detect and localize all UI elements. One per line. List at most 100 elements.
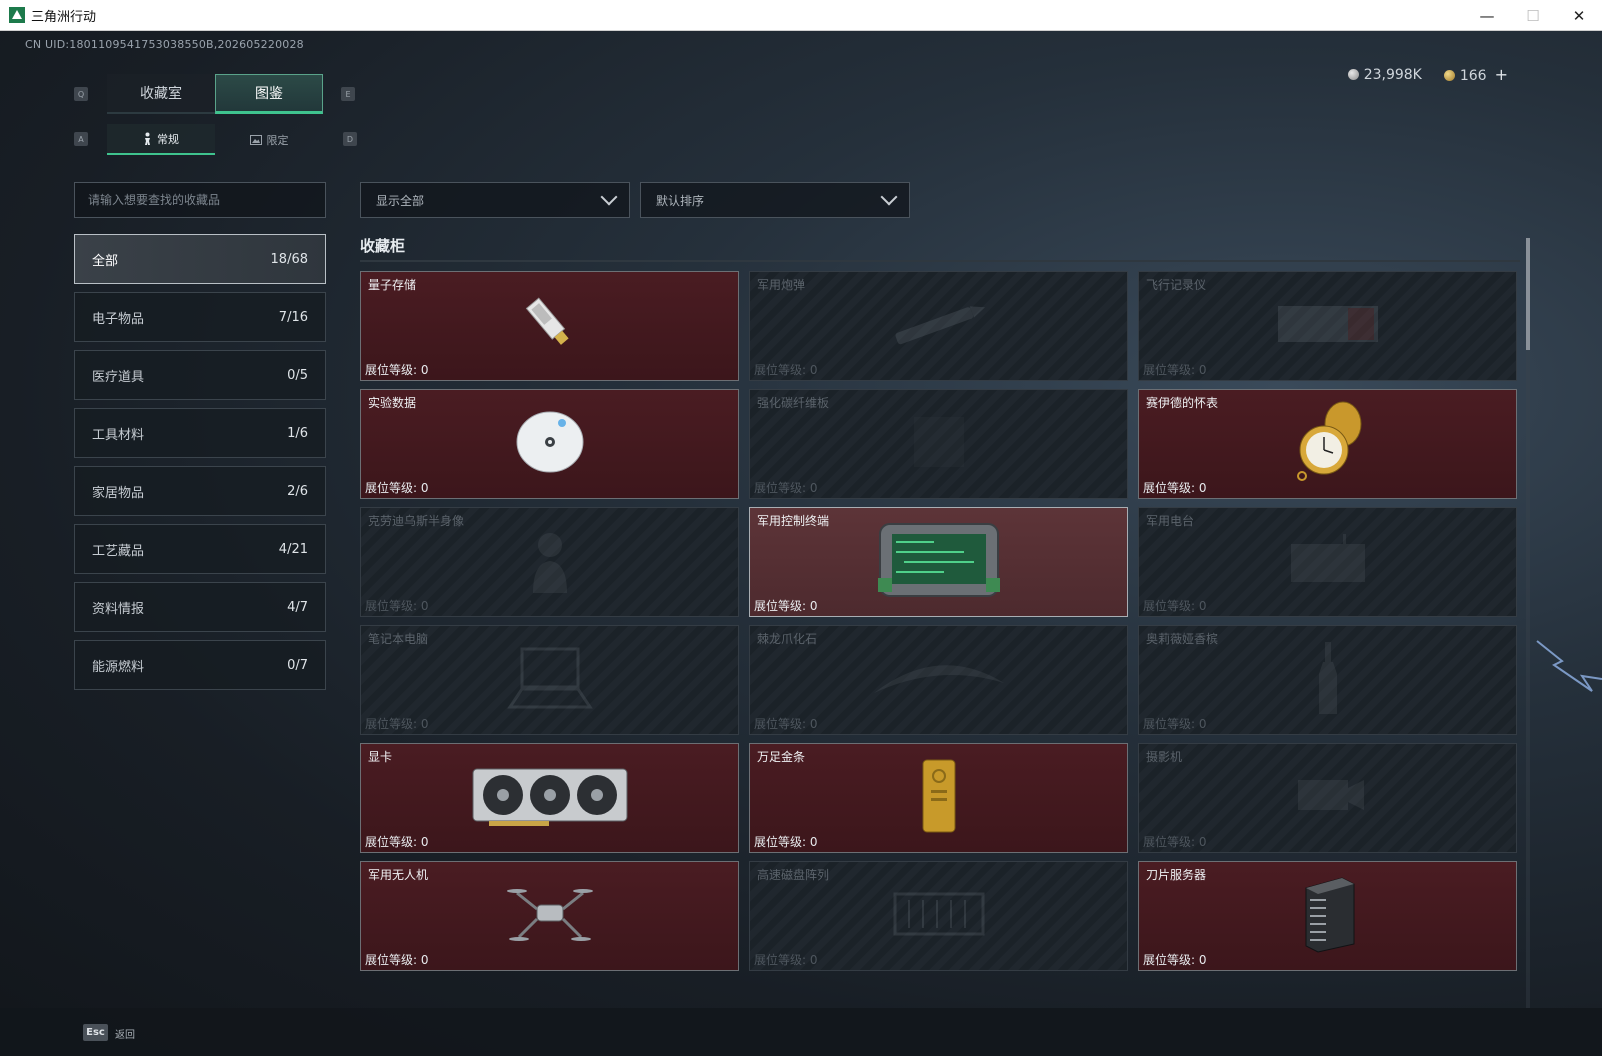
category-label: 家居物品 [92,485,145,501]
scrollbar-thumb[interactable] [1526,238,1530,350]
level-value: 0 [1198,717,1207,731]
category-count: 0/7 [287,657,308,673]
level-value: 0 [420,481,429,495]
item-level: 展位等级: 0 [1143,833,1207,850]
currency-bar: 23,998K 166 + [1347,65,1508,84]
close-button[interactable]: ✕ [1556,0,1602,31]
level-label: 展位等级: [1143,599,1196,613]
category-count: 4/7 [287,599,308,615]
item-level: 展位等级: 0 [1143,715,1207,732]
category-electronics[interactable]: 电子物品 7/16 [74,292,326,342]
sort-value: 默认排序 [656,193,705,208]
chevron-down-icon [600,188,618,206]
sub-tabs: 常规 限定 [107,124,323,155]
maximize-button[interactable]: ☐ [1510,0,1556,31]
item-name: 赛伊德的怀表 [1146,396,1219,410]
item-card[interactable]: 克劳迪乌斯半身像 展位等级: 0 [360,507,739,617]
item-name: 高速磁盘阵列 [757,868,830,882]
back-button[interactable]: 返回 [115,1026,135,1041]
tab-collection-room[interactable]: 收藏室 [107,74,215,114]
item-name: 军用炮弹 [757,278,806,292]
level-label: 展位等级: [754,953,807,967]
bottom-bar: Esc 返回 [0,1008,1602,1056]
scrollbar-track[interactable] [1526,238,1530,1008]
window-title: 三角洲行动 [31,9,97,25]
minimize-button[interactable]: — [1464,0,1510,31]
add-currency-button[interactable]: + [1495,65,1508,84]
bust-statue-icon [525,525,575,599]
level-label: 展位等级: [1143,835,1196,849]
chevron-down-icon [880,188,898,206]
item-card[interactable]: 刀片服务器 展位等级: 0 [1138,861,1517,971]
category-intel[interactable]: 资料情报 4/7 [74,582,326,632]
gold-currency: 166 + [1443,65,1508,84]
item-card[interactable]: 摄影机 展位等级: 0 [1138,743,1517,853]
item-card[interactable]: 军用无人机 展位等级: 0 [360,861,739,971]
category-label: 工艺藏品 [92,543,145,559]
claw-fossil-icon [869,653,1009,707]
level-value: 0 [420,835,429,849]
level-value: 0 [809,717,818,731]
subtab-limited[interactable]: 限定 [215,124,323,155]
level-value: 0 [420,599,429,613]
item-card[interactable]: 显卡 展位等级: 0 [360,743,739,853]
category-crafts[interactable]: 工艺藏品 4/21 [74,524,326,574]
item-card[interactable]: 高速磁盘阵列 展位等级: 0 [749,861,1128,971]
subtab-regular[interactable]: 常规 [107,124,215,155]
item-grid: 量子存储 展位等级: 0 军用炮弹 展位等级: 0 飞行记录仪 展位等级: 0 … [360,271,1517,971]
camera-icon [1288,766,1368,830]
level-label: 展位等级: [365,481,418,495]
carbon-plate-icon [909,412,969,476]
category-count: 0/5 [287,367,308,383]
tab-catalog[interactable]: 图鉴 [215,74,323,114]
category-medical[interactable]: 医疗道具 0/5 [74,350,326,400]
item-level: 展位等级: 0 [1143,597,1207,614]
category-label: 全部 [92,253,119,269]
search-input[interactable] [74,182,326,218]
item-card[interactable]: 奥莉薇娅香槟 展位等级: 0 [1138,625,1517,735]
category-tools[interactable]: 工具材料 1/6 [74,408,326,458]
level-label: 展位等级: [1143,953,1196,967]
item-card[interactable]: 赛伊德的怀表 展位等级: 0 [1138,389,1517,499]
item-card[interactable]: 军用炮弹 展位等级: 0 [749,271,1128,381]
item-name: 飞行记录仪 [1146,278,1207,292]
item-card[interactable]: 万足金条 展位等级: 0 [749,743,1128,853]
sort-select[interactable]: 默认排序 [640,182,910,218]
gold-bar-icon [919,756,959,840]
category-household[interactable]: 家居物品 2/6 [74,466,326,516]
item-level: 展位等级: 0 [365,951,429,968]
category-count: 4/21 [278,541,308,557]
item-level: 展位等级: 0 [365,479,429,496]
window-controls: — ☐ ✕ [1464,0,1602,31]
blade-server-icon [1298,874,1358,958]
item-card[interactable]: 军用控制终端 展位等级: 0 [749,507,1128,617]
item-name: 军用无人机 [368,868,429,882]
silver-currency: 23,998K [1347,67,1422,83]
category-energy[interactable]: 能源燃料 0/7 [74,640,326,690]
item-name: 显卡 [368,750,393,764]
category-all[interactable]: 全部 18/68 [74,234,326,284]
esc-key-hint[interactable]: Esc [83,1024,108,1041]
item-card[interactable]: 实验数据 展位等级: 0 [360,389,739,499]
item-level: 展位等级: 0 [754,597,818,614]
item-card[interactable]: 笔记本电脑 展位等级: 0 [360,625,739,735]
display-filter-value: 显示全部 [376,193,425,208]
level-label: 展位等级: [754,363,807,377]
item-name: 万足金条 [757,750,806,764]
item-name: 军用电台 [1146,514,1195,528]
level-label: 展位等级: [754,835,807,849]
category-label: 资料情报 [92,601,145,617]
level-label: 展位等级: [754,717,807,731]
item-card[interactable]: 军用电台 展位等级: 0 [1138,507,1517,617]
display-filter-select[interactable]: 显示全部 [360,182,630,218]
level-label: 展位等级: [754,599,807,613]
silver-coin-icon [1347,68,1359,80]
level-value: 0 [1198,599,1207,613]
item-card[interactable]: 量子存储 展位等级: 0 [360,271,739,381]
category-count: 7/16 [278,309,308,325]
item-card[interactable]: 飞行记录仪 展位等级: 0 [1138,271,1517,381]
gold-coin-icon [1443,70,1455,81]
app-logo-icon [9,7,25,23]
item-card[interactable]: 强化碳纤维板 展位等级: 0 [749,389,1128,499]
item-card[interactable]: 棘龙爪化石 展位等级: 0 [749,625,1128,735]
